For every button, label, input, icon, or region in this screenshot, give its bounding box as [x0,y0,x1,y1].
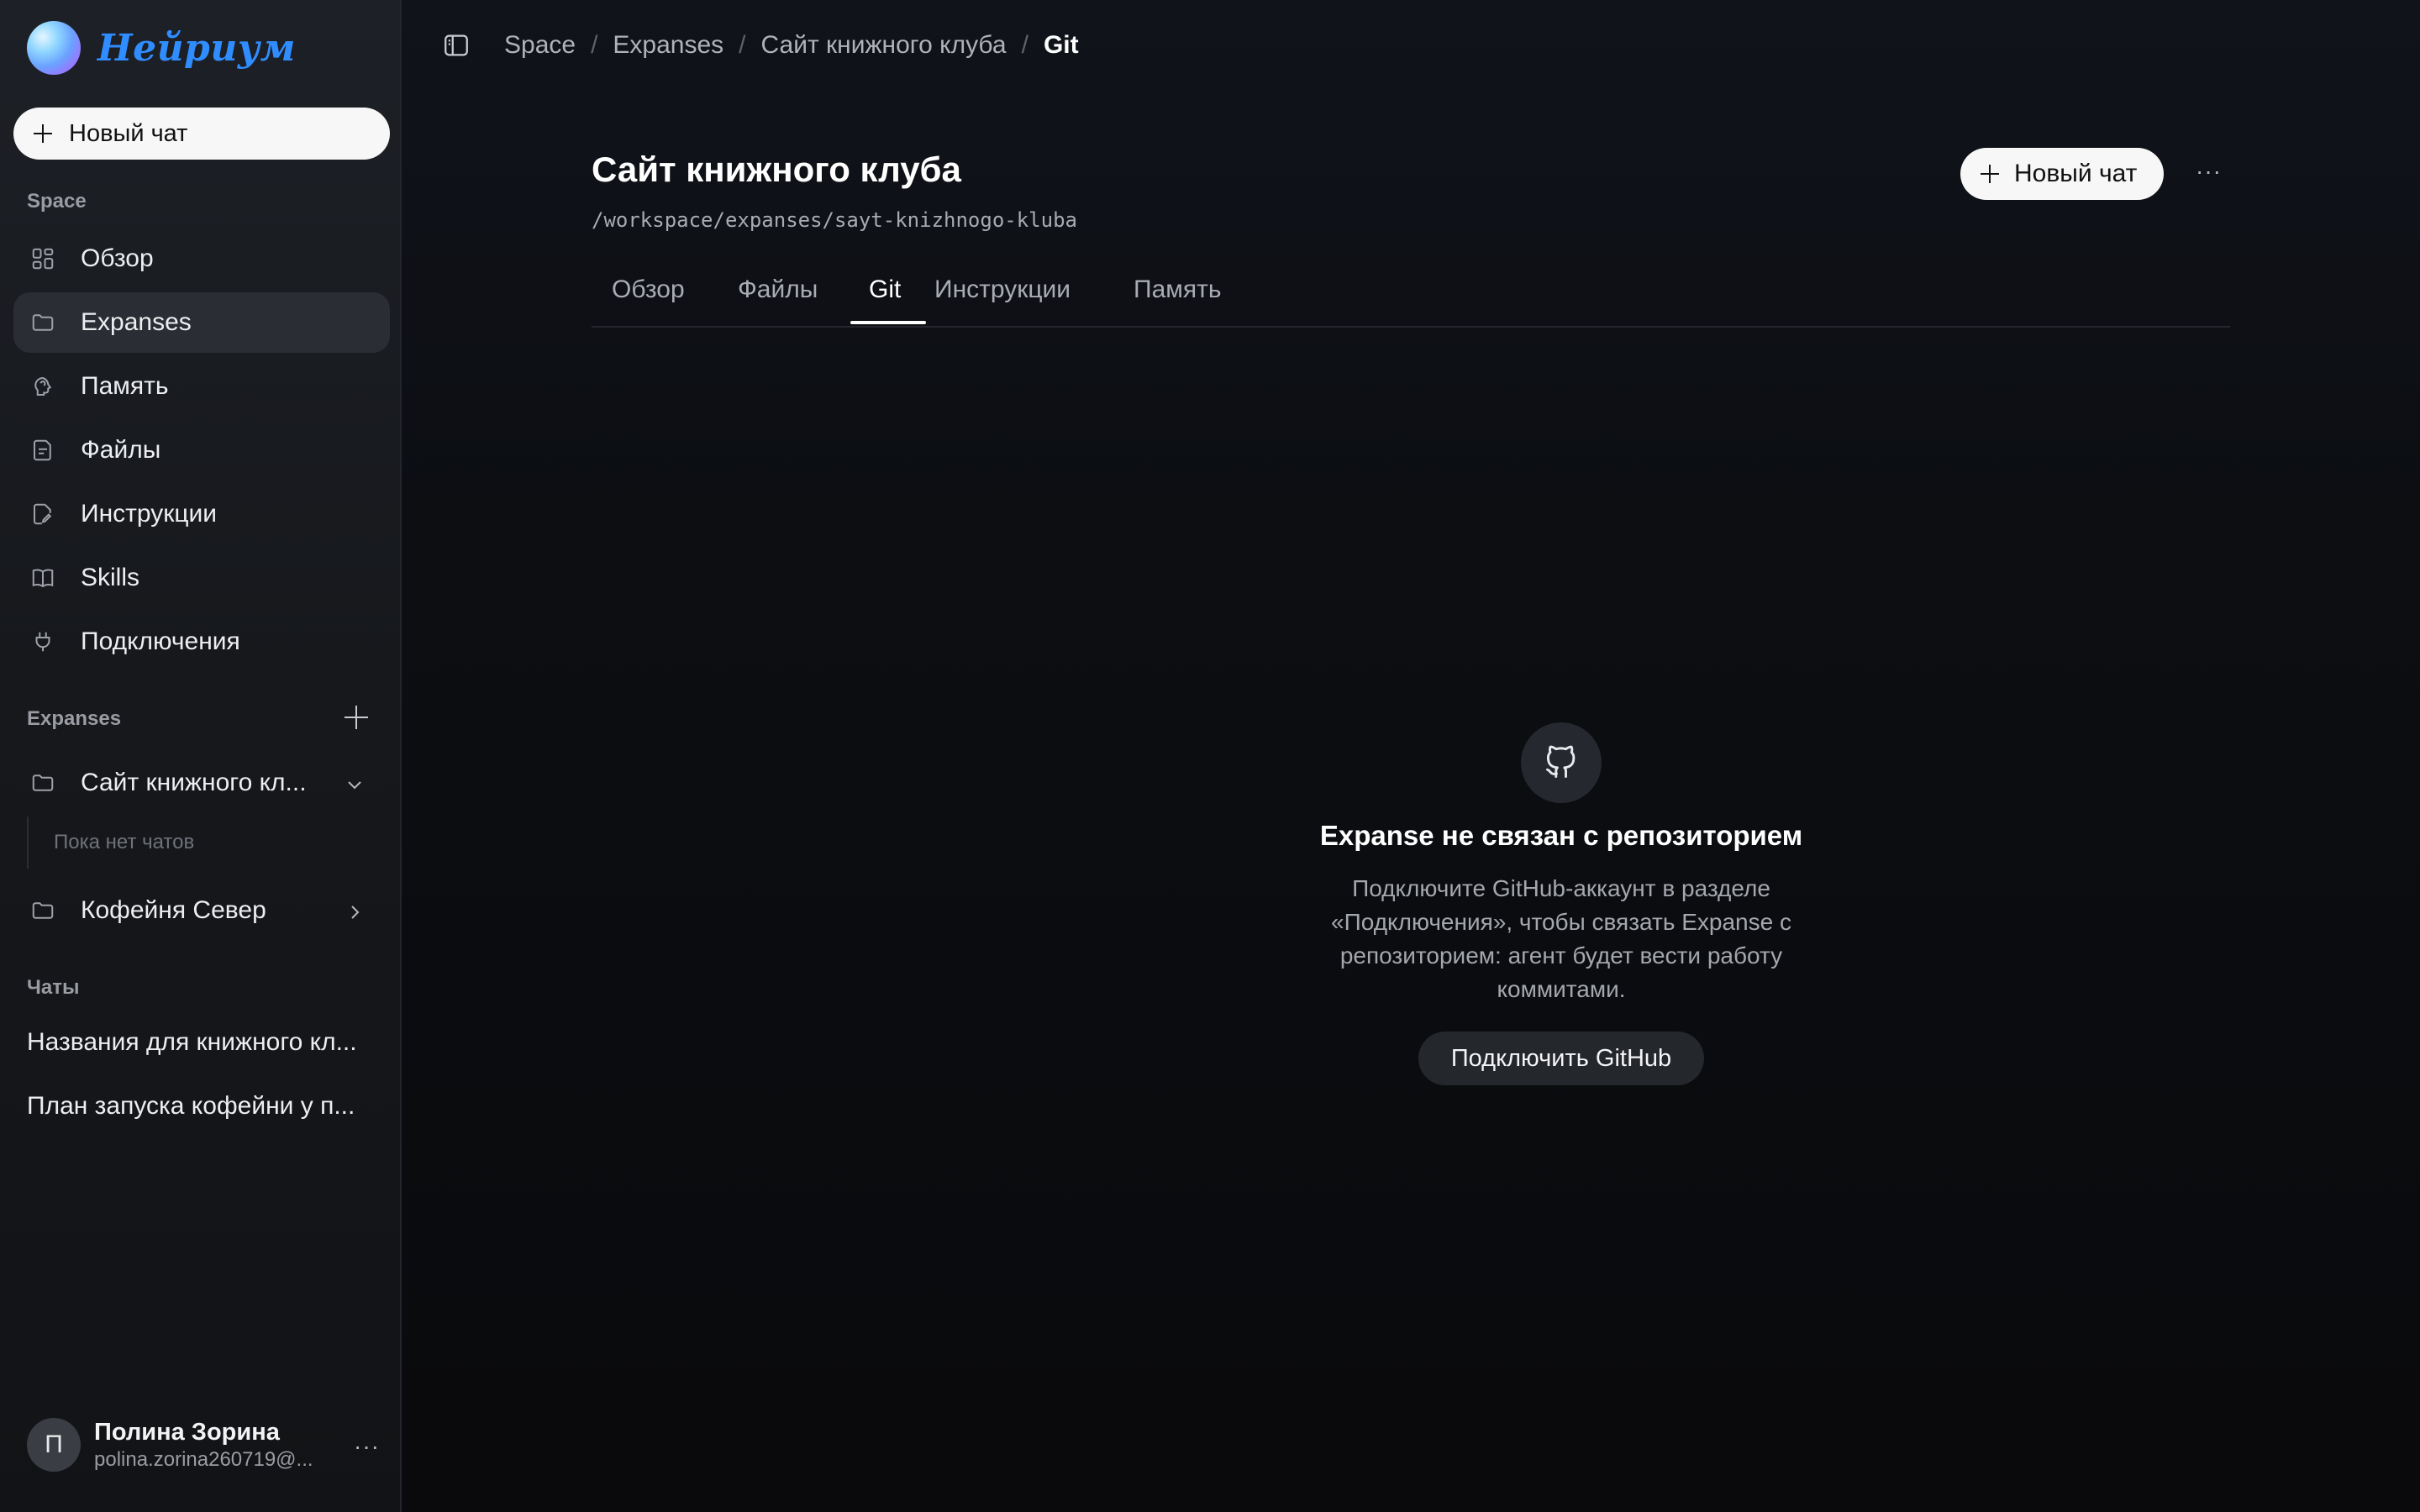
brain-icon [30,374,55,399]
sidebar-item-skills[interactable]: Skills [13,548,390,608]
breadcrumb: Space / Expanses / Сайт книжного клуба /… [504,31,1079,60]
tab-git[interactable]: Git [869,276,901,304]
empty-state-description: Подключите GitHub-аккаунт в разделе «Под… [1331,875,1791,1002]
topbar: Space / Expanses / Сайт книжного клуба /… [442,29,1079,62]
breadcrumb-separator: / [739,31,746,59]
file-icon [30,438,55,463]
chevron-right-icon[interactable] [345,900,365,921]
sidebar-item-label: Инструкции [81,500,218,528]
section-label-expanses: Expanses [27,707,122,730]
app-window: Нейриум Новый чат Space Обзор Expanses П… [0,0,2420,1512]
user-name: Полина Зорина [94,1418,280,1446]
plug-icon [30,629,55,654]
chevron-down-icon[interactable] [345,773,365,793]
brand-name: Нейриум [97,26,296,70]
sidebar-item-label: Файлы [81,436,161,464]
avatar: П [27,1418,81,1472]
brand[interactable]: Нейриум [27,20,296,76]
page-title: Сайт книжного клуба [592,150,961,189]
book-icon [30,565,55,591]
toggle-sidebar-icon[interactable] [442,31,471,60]
tab-overview[interactable]: Обзор [612,276,685,304]
more-icon[interactable]: ··· [354,1433,380,1460]
github-icon [1521,722,1602,803]
sidebar-item-label: Обзор [81,244,154,272]
breadcrumb-separator: / [1021,31,1028,59]
git-empty-state: Expanse не связан с репозиторием Подключ… [1297,722,1826,1085]
plus-icon [34,124,52,143]
breadcrumb-expanse[interactable]: Сайт книжного клуба [761,31,1007,60]
plus-icon [1981,165,1999,183]
chat-item[interactable]: План запуска кофейни у п... [27,1092,380,1121]
sidebar-item-instructions[interactable]: Инструкции [13,484,390,544]
section-label-space: Space [27,190,87,213]
sidebar-item-label: Подключения [81,627,240,655]
expanse-item-book-club[interactable]: Сайт книжного кл... [13,753,390,813]
folder-icon [30,898,55,923]
sidebar-new-chat-label: Новый чат [69,119,188,147]
empty-state-title: Expanse не связан с репозиторием [1319,820,1803,851]
tab-bar: Обзор Файлы Git Инструкции Память [592,267,2230,328]
sidebar-item-overview[interactable]: Обзор [13,228,390,289]
breadcrumb-expanses[interactable]: Expanses [613,31,723,60]
breadcrumb-separator: / [591,31,598,59]
sidebar-item-files[interactable]: Файлы [13,420,390,480]
tab-instructions[interactable]: Инструкции [934,276,1071,304]
breadcrumb-space[interactable]: Space [504,31,576,60]
tab-memory[interactable]: Память [1134,276,1222,304]
brand-logo-icon [27,21,81,75]
edit-file-icon [30,501,55,527]
chat-item[interactable]: Названия для книжного кл... [27,1028,380,1057]
more-options-icon[interactable]: ··· [2196,158,2222,185]
expanse-item-coffee[interactable]: Кофейня Север [13,880,390,941]
expanse-item-label: Сайт книжного кл... [81,769,307,796]
new-chat-label: Новый чат [2014,160,2138,187]
sidebar-item-connections[interactable]: Подключения [13,612,390,672]
folder-icon [30,310,55,335]
sidebar-item-label: Память [81,372,169,400]
active-tab-indicator [850,321,926,324]
add-expanse-icon[interactable] [345,706,368,729]
expanse-item-label: Кофейня Север [81,896,266,924]
breadcrumb-current: Git [1043,31,1079,59]
main-content: Space / Expanses / Сайт книжного клуба /… [402,0,2420,1512]
tab-files[interactable]: Файлы [738,276,818,304]
sidebar-item-expanses[interactable]: Expanses [13,292,390,353]
sidebar-new-chat-button[interactable]: Новый чат [13,108,390,160]
sidebar-item-label: Skills [81,564,140,591]
user-email: polina.zorina260719@... [94,1447,313,1471]
sidebar-item-label: Expanses [81,308,192,336]
expanse-empty-chats: Пока нет чатов [27,816,194,869]
connect-github-button[interactable]: Подключить GitHub [1418,1032,1704,1085]
folder-icon [30,770,55,795]
dashboard-icon [30,246,55,271]
sidebar: Нейриум Новый чат Space Обзор Expanses П… [0,0,402,1512]
sidebar-item-memory[interactable]: Память [13,356,390,417]
user-profile[interactable]: П Полина Зорина polina.zorina260719@... … [27,1418,380,1472]
expanse-path: /workspace/expanses/sayt-knizhnogo-kluba [592,208,1077,232]
section-label-chats: Чаты [27,976,80,999]
new-chat-button[interactable]: Новый чат [1960,148,2164,200]
